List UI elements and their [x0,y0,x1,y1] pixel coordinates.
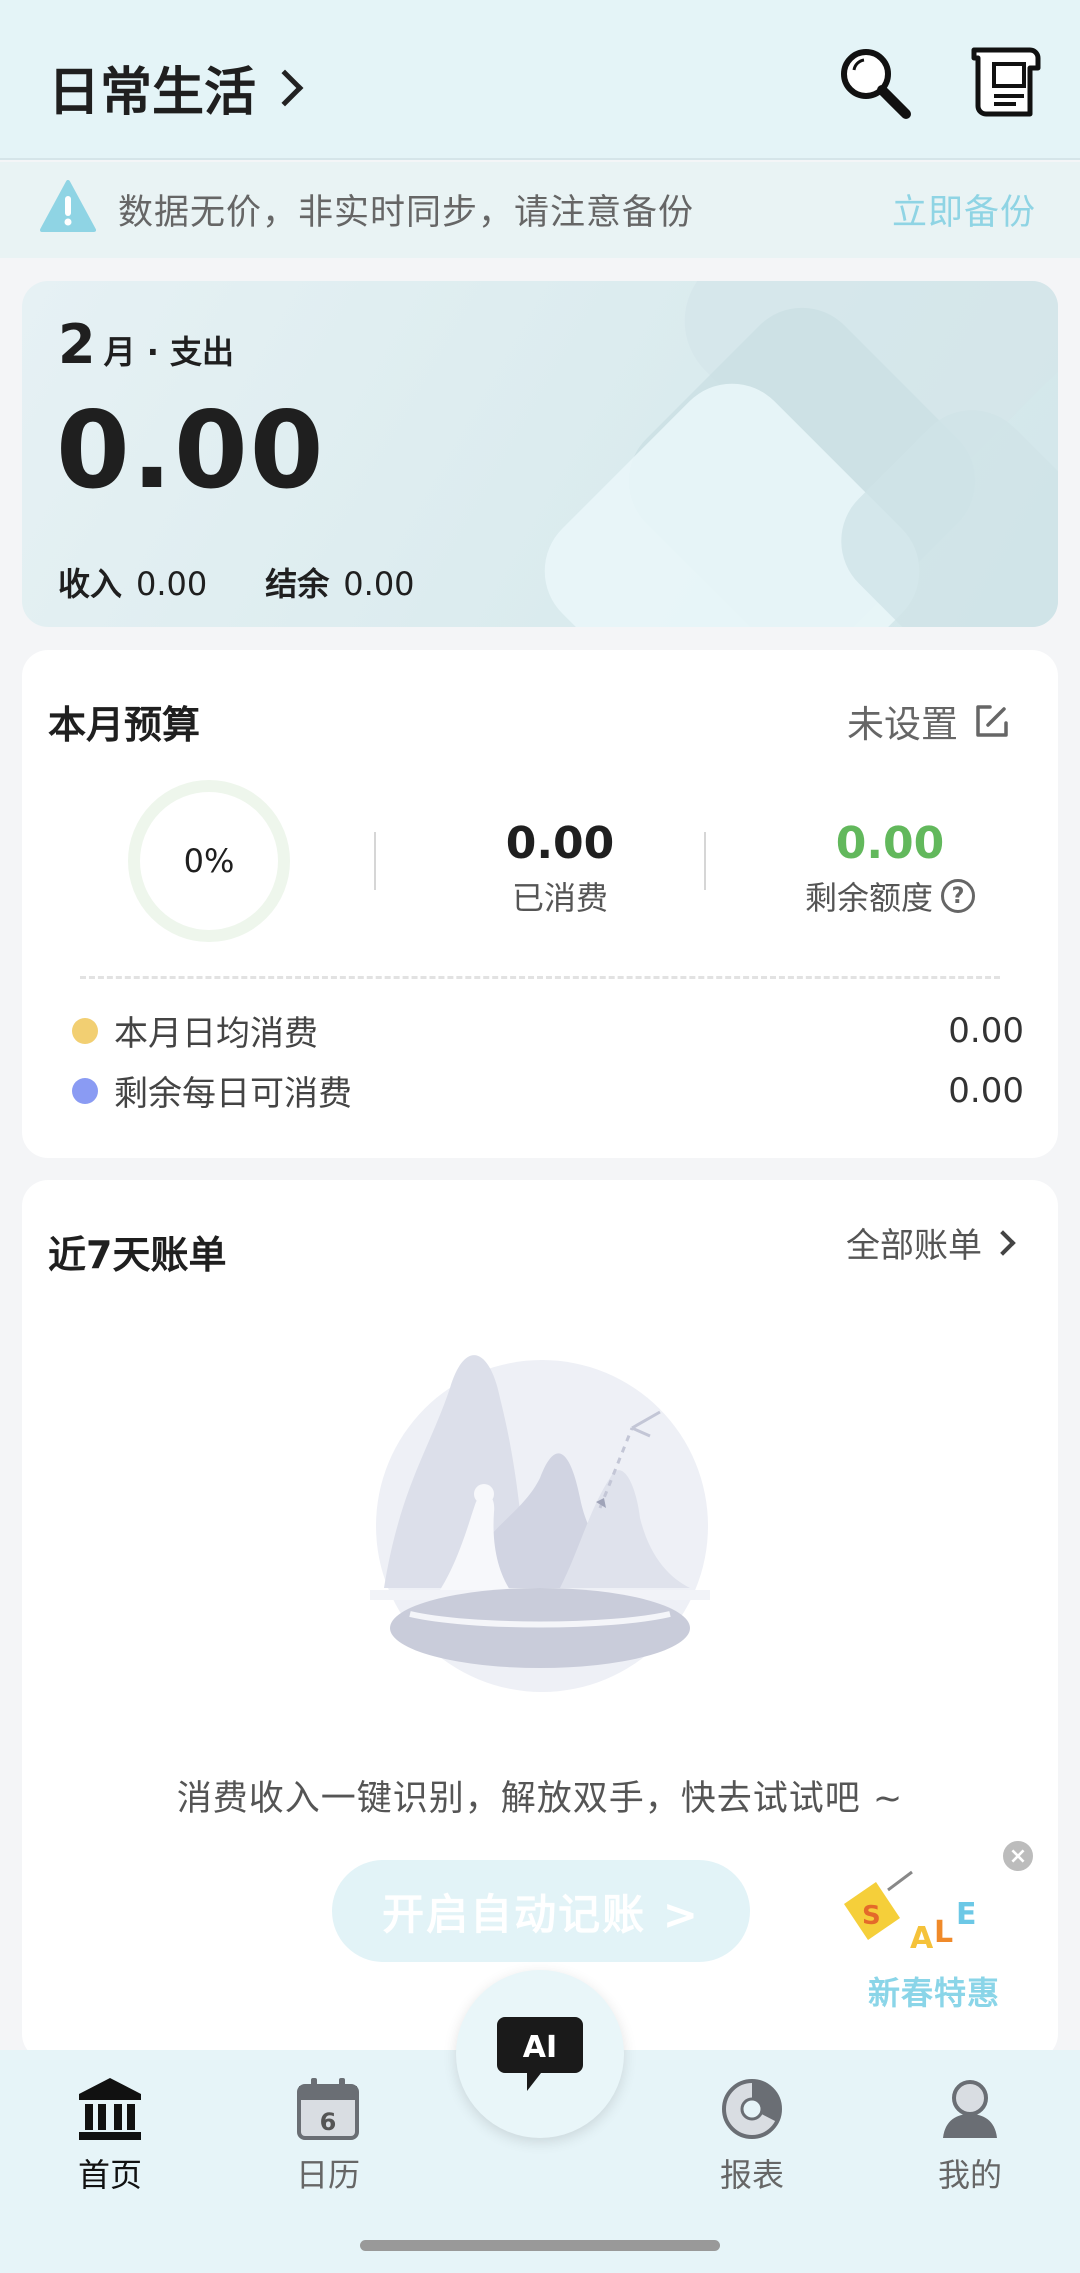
report-icon [722,2079,782,2139]
tab-home[interactable]: 首页 [40,2074,180,2196]
daily-average-label: 本月日均消费 [114,1014,318,1054]
monthly-summary-card[interactable]: 2 月 · 支出 0.00 收入 0.00 结余 0.00 [22,281,1058,627]
tab-calendar-label: 日历 [295,2156,360,2194]
legend-dot [72,1077,98,1104]
profile-icon [943,2080,997,2138]
bank-icon [79,2078,141,2140]
book-title: 日常生活 [48,63,257,123]
tab-calendar[interactable]: 6 日历 [258,2074,398,2196]
income-value: 0.00 [136,565,208,603]
warning-icon [40,180,96,232]
promo-label: 新春特惠 [868,1974,1001,2012]
bill-list-icon[interactable] [966,42,1046,122]
tab-profile-label: 我的 [937,2156,1002,2194]
edit-icon [976,705,1008,737]
spent-stat: 0.00 已消费 [420,818,700,919]
svg-text:A: A [910,1921,934,1956]
month-number: 2 [58,313,96,376]
recent-bills-title: 近7天账单 [48,1233,227,1277]
budget-title: 本月预算 [48,703,201,747]
top-header: 日常生活 [0,0,1080,160]
remaining-label: 剩余额度 [804,879,933,917]
balance-value: 0.00 [343,565,415,603]
balance-summary: 结余 0.00 [265,559,414,605]
ai-chat-icon: AI [497,2017,583,2091]
spent-value: 0.00 [505,818,615,869]
daily-average-row: 本月日均消费 0.00 [72,1006,1024,1055]
budget-status-text: 未设置 [847,703,958,746]
daily-available-label: 剩余每日可消费 [114,1074,352,1114]
svg-text:AI: AI [523,2030,557,2065]
backup-now-link[interactable]: 立即备份 [892,184,1036,235]
svg-text:S: S [862,1901,881,1931]
monthly-expense-amount: 0.00 [56,389,326,512]
remaining-label-row: 剩余额度 ? [750,873,1030,919]
income-label: 收入 [58,565,123,603]
enable-auto-bookkeeping-button[interactable]: 开启自动记账 > [332,1860,750,1962]
help-icon[interactable]: ? [941,879,975,913]
svg-text:E: E [956,1897,977,1932]
daily-available-value: 0.00 [948,1070,1024,1111]
all-bills-link[interactable]: 全部账单 [846,1218,1016,1267]
empty-state-text: 消费收入一键识别，解放双手，快去试试吧 ~ [176,1779,904,1819]
remaining-value: 0.00 [835,818,945,869]
backup-notice-text: 数据无价，非实时同步，请注意备份 [118,193,695,233]
legend-dot [72,1017,98,1044]
budget-progress-percent: 0% [183,842,235,880]
home-indicator[interactable] [360,2240,720,2251]
backup-notice-bar: 数据无价，非实时同步，请注意备份 立即备份 [0,162,1080,258]
balance-label: 结余 [265,565,330,603]
monthly-budget-card: 本月预算 未设置 0% 0.00 已消费 0.00 剩余额度 ? 本月日均消费 … [22,650,1058,1158]
sale-tag-icon: S A L E [844,1870,977,1956]
divider [704,832,706,890]
ai-assistant-button[interactable]: AI [456,1970,624,2138]
chevron-right-icon [266,69,304,106]
tab-report-label: 报表 [719,2156,784,2194]
daily-available-row: 剩余每日可消费 0.00 [72,1066,1024,1115]
book-selector[interactable]: 日常生活 [48,50,304,125]
chevron-right-icon [990,1229,1016,1256]
svg-text:L: L [934,1915,953,1950]
all-bills-label: 全部账单 [846,1226,982,1266]
svg-text:6: 6 [320,2108,337,2136]
summary-footer: 收入 0.00 结余 0.00 [58,559,415,605]
tab-report[interactable]: 报表 [682,2074,822,2196]
daily-average-value: 0.00 [948,1010,1024,1051]
tab-profile[interactable]: 我的 [900,2074,1040,2196]
search-icon[interactable] [834,42,914,122]
summary-month: 2 月 · 支出 [58,313,234,376]
month-expense-label: 月 · 支出 [103,333,235,371]
budget-edit-button[interactable]: 未设置 [847,694,1012,748]
income-summary: 收入 0.00 [58,559,207,605]
tab-home-label: 首页 [77,2156,142,2194]
promo-badge[interactable]: × S A L E 新春特惠 [838,1838,1046,2018]
dashed-divider [80,976,1000,979]
calendar-icon: 6 [297,2078,359,2140]
spent-label: 已消费 [511,879,608,917]
divider [374,832,376,890]
empty-state-illustration [370,1355,710,1692]
remaining-stat: 0.00 剩余额度 ? [750,818,1030,919]
